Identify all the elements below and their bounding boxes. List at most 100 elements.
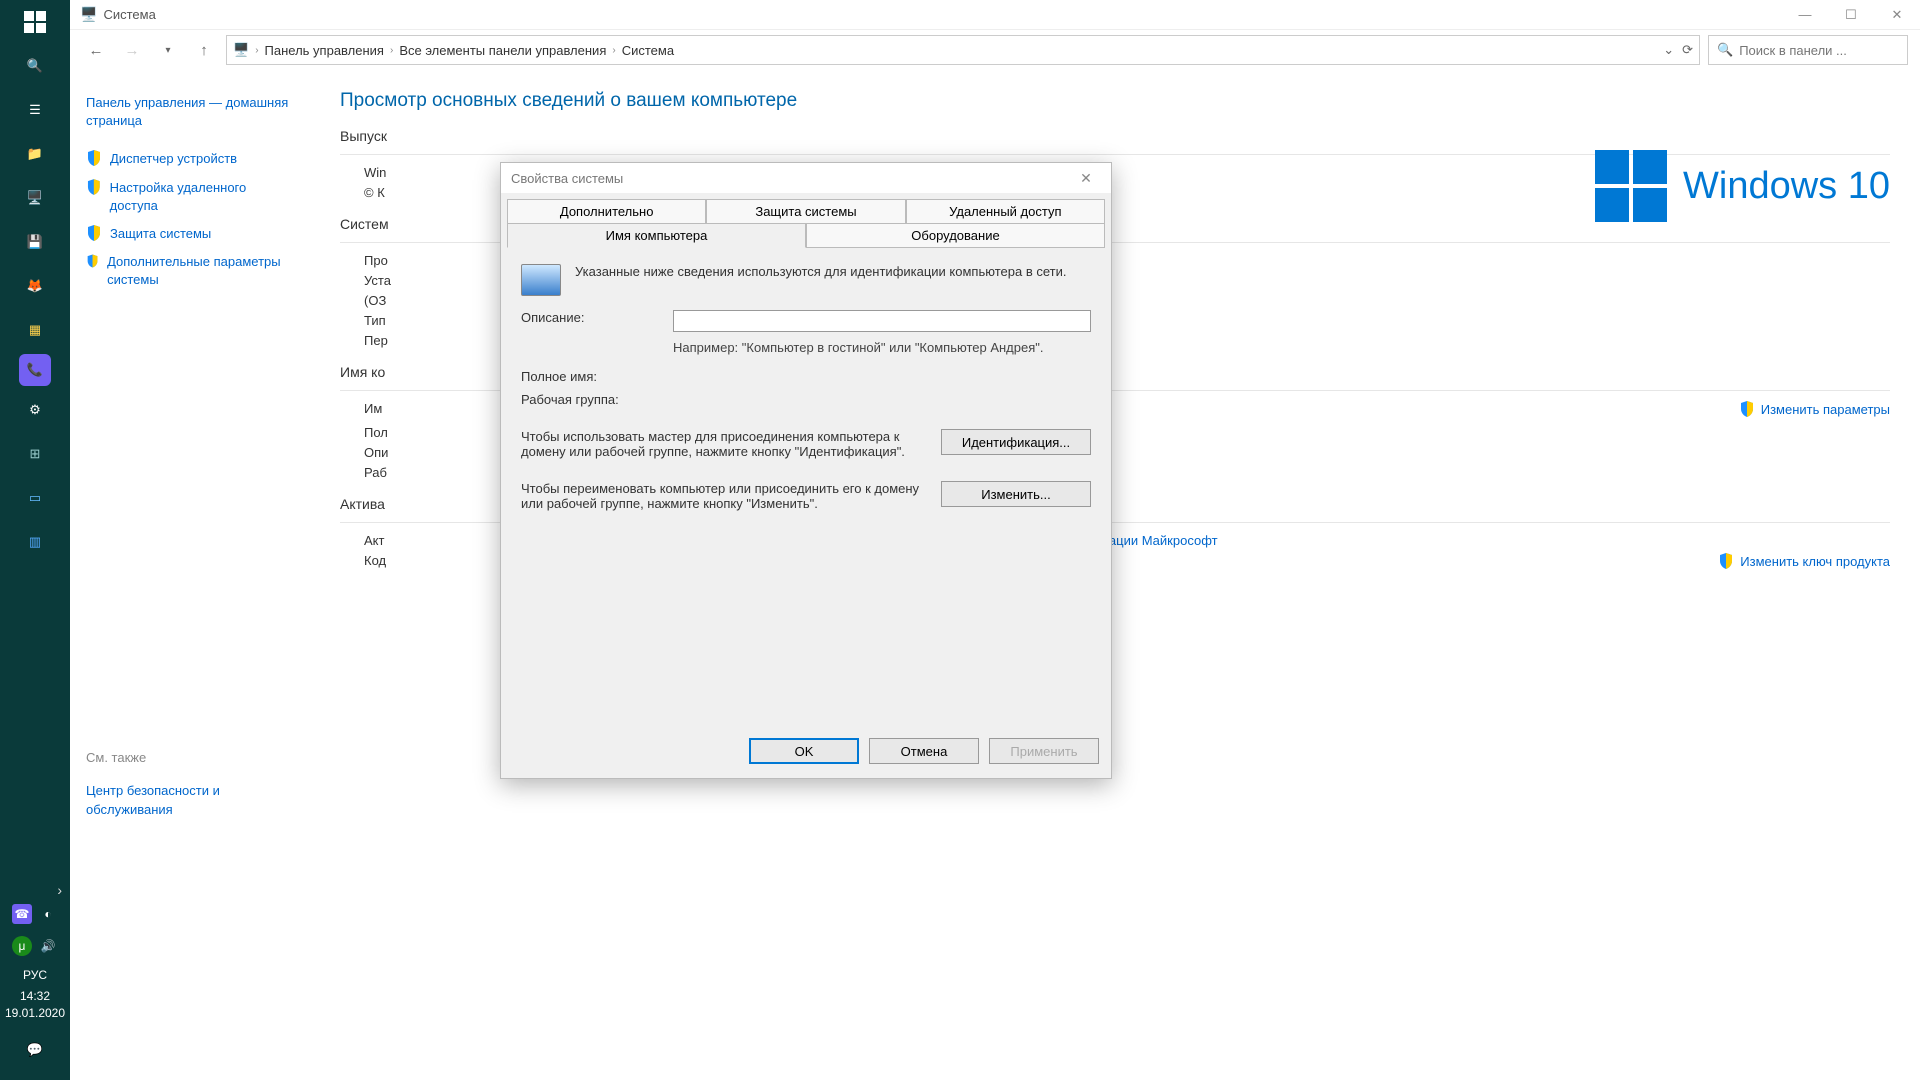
- address-bar[interactable]: 🖥️ › Панель управления › Все элементы па…: [226, 35, 1700, 65]
- settings-icon[interactable]: ⚙: [11, 390, 59, 430]
- tray-utorrent-icon[interactable]: μ: [12, 936, 32, 956]
- taskbar-app-5[interactable]: ▭: [11, 478, 59, 518]
- address-icon: 🖥️: [233, 42, 249, 58]
- dialog-footer: OK Отмена Применить: [501, 728, 1111, 778]
- chevron-right-icon: ›: [390, 45, 393, 56]
- apply-button[interactable]: Применить: [989, 738, 1099, 764]
- dialog-body: Указанные ниже сведения используются для…: [501, 248, 1111, 728]
- dialog-titlebar[interactable]: Свойства системы ✕: [501, 163, 1111, 193]
- change-key-link[interactable]: Изменить ключ продукта: [1718, 553, 1890, 569]
- back-button[interactable]: ←: [82, 36, 110, 64]
- tab-remote[interactable]: Удаленный доступ: [906, 199, 1105, 224]
- breadcrumb-all[interactable]: Все элементы панели управления: [399, 43, 606, 58]
- fullname-label: Полное имя:: [521, 369, 661, 384]
- taskbar-tray: › ☎ ◐ μ 🔊 РУС 14:32 19.01.2020 💬: [0, 882, 70, 1080]
- firefox-icon[interactable]: 🦊: [11, 266, 59, 306]
- wizard-text: Чтобы использовать мастер для присоедине…: [521, 429, 921, 459]
- address-dropdown-icon[interactable]: ⌄: [1663, 42, 1674, 58]
- language-indicator[interactable]: РУС: [23, 968, 47, 982]
- windows-logo-icon: [1595, 150, 1667, 222]
- change-button[interactable]: Изменить...: [941, 481, 1091, 507]
- shield-icon: [86, 225, 102, 241]
- tab-computer-name[interactable]: Имя компьютера: [507, 224, 806, 248]
- description-hint: Например: "Компьютер в гостиной" или "Ко…: [673, 340, 1091, 355]
- sidebar-advanced-settings[interactable]: Дополнительные параметры системы: [86, 253, 294, 289]
- up-button[interactable]: ↑: [190, 36, 218, 64]
- tab-advanced[interactable]: Дополнительно: [507, 199, 706, 224]
- search-box[interactable]: 🔍: [1708, 35, 1908, 65]
- ok-button[interactable]: OK: [749, 738, 859, 764]
- sidebar-system-protection[interactable]: Защита системы: [86, 225, 294, 243]
- system-icon: 🖥️: [80, 6, 97, 23]
- cancel-button[interactable]: Отмена: [869, 738, 979, 764]
- search-input[interactable]: [1739, 43, 1899, 58]
- windows-logo: Windows 10: [1595, 150, 1890, 222]
- minimize-button[interactable]: —: [1782, 0, 1828, 30]
- shield-icon: [86, 179, 102, 195]
- dialog-tabs: Дополнительно Защита системы Удаленный д…: [501, 193, 1111, 248]
- sidebar-item-label: Дополнительные параметры системы: [107, 253, 294, 289]
- shield-icon: [86, 150, 102, 166]
- tray-expand-icon[interactable]: ›: [0, 882, 70, 898]
- forward-button[interactable]: →: [118, 36, 146, 64]
- chevron-right-icon: ›: [255, 45, 258, 56]
- computer-icon: [521, 264, 561, 296]
- change-key-label: Изменить ключ продукта: [1740, 554, 1890, 569]
- refresh-icon[interactable]: ⟳: [1682, 42, 1693, 58]
- identification-button[interactable]: Идентификация...: [941, 429, 1091, 455]
- recent-dropdown-icon[interactable]: ▾: [154, 36, 182, 64]
- start-button[interactable]: [11, 2, 59, 42]
- shield-icon: [1739, 401, 1755, 417]
- dialog-close-icon[interactable]: ✕: [1071, 170, 1101, 187]
- see-also-security[interactable]: Центр безопасности и обслуживания: [86, 781, 294, 820]
- breadcrumb-system[interactable]: Система: [622, 43, 674, 58]
- sidebar: Панель управления — домашняя страница Ди…: [70, 70, 310, 1080]
- system-properties-dialog: Свойства системы ✕ Дополнительно Защита …: [500, 162, 1112, 779]
- change-settings-label: Изменить параметры: [1761, 402, 1890, 417]
- rename-text: Чтобы переименовать компьютер или присое…: [521, 481, 921, 511]
- close-button[interactable]: ✕: [1874, 0, 1920, 30]
- see-also-title: См. также: [86, 750, 294, 765]
- taskbar-app-3[interactable]: ▦: [11, 310, 59, 350]
- change-settings-link[interactable]: Изменить параметры: [1739, 401, 1890, 417]
- chevron-right-icon: ›: [612, 45, 615, 56]
- shield-icon: [86, 253, 99, 269]
- search-icon: 🔍: [1717, 42, 1733, 58]
- tab-protection[interactable]: Защита системы: [706, 199, 905, 224]
- sidebar-device-manager[interactable]: Диспетчер устройств: [86, 150, 294, 168]
- navigation-toolbar: ← → ▾ ↑ 🖥️ › Панель управления › Все эле…: [70, 30, 1920, 70]
- tab-hardware[interactable]: Оборудование: [806, 224, 1105, 248]
- tray-viber-icon[interactable]: ☎: [12, 904, 32, 924]
- window-title: Система: [103, 7, 155, 22]
- description-label: Описание:: [521, 310, 661, 325]
- clock-time: 14:32: [5, 988, 65, 1005]
- shield-icon: [1718, 553, 1734, 569]
- sidebar-item-label: Настройка удаленного доступа: [110, 179, 294, 215]
- description-input[interactable]: [673, 310, 1091, 332]
- search-icon[interactable]: 🔍: [11, 46, 59, 86]
- dialog-intro-text: Указанные ниже сведения используются для…: [575, 264, 1066, 296]
- maximize-button[interactable]: ☐: [1828, 0, 1874, 30]
- sidebar-item-label: Защита системы: [110, 225, 211, 243]
- window-titlebar: 🖥️ Система — ☐ ✕: [70, 0, 1920, 30]
- breadcrumb-cp[interactable]: Панель управления: [265, 43, 384, 58]
- task-view-icon[interactable]: ☰: [11, 90, 59, 130]
- windows-logo-text: Windows 10: [1683, 165, 1890, 208]
- viber-icon[interactable]: 📞: [19, 354, 51, 386]
- taskbar: 🔍 ☰ 📁 🖥️ 💾 🦊 ▦ 📞 ⚙ ⊞ ▭ ▥ › ☎ ◐ μ 🔊 РУС 1…: [0, 0, 70, 1080]
- tray-app-icon[interactable]: ◐: [38, 904, 58, 924]
- taskbar-app-4[interactable]: ⊞: [11, 434, 59, 474]
- dialog-title: Свойства системы: [511, 171, 623, 186]
- action-center-icon[interactable]: 💬: [11, 1030, 59, 1070]
- taskbar-app-1[interactable]: 🖥️: [11, 178, 59, 218]
- sidebar-remote-access[interactable]: Настройка удаленного доступа: [86, 179, 294, 215]
- file-explorer-icon[interactable]: 📁: [11, 134, 59, 174]
- clock-date: 19.01.2020: [5, 1005, 65, 1022]
- taskbar-app-6[interactable]: ▥: [11, 522, 59, 562]
- page-heading: Просмотр основных сведений о вашем компь…: [340, 90, 1890, 112]
- sound-icon[interactable]: 🔊: [38, 936, 58, 956]
- cp-home-link[interactable]: Панель управления — домашняя страница: [86, 94, 294, 130]
- clock[interactable]: 14:32 19.01.2020: [5, 988, 65, 1022]
- taskbar-app-2[interactable]: 💾: [11, 222, 59, 262]
- section-edition: Выпуск: [340, 128, 1890, 144]
